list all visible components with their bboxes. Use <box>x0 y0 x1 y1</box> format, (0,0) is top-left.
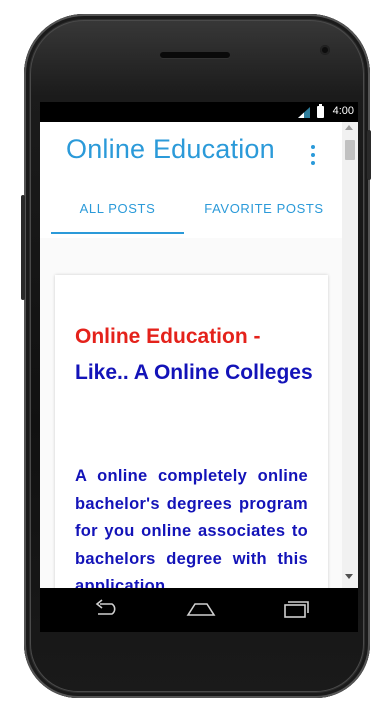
battery-icon <box>317 104 324 118</box>
power-button <box>367 130 371 180</box>
tab-favorite-posts[interactable]: FAVORITE POSTS <box>194 190 334 236</box>
post-body: A online completely online bachelor's de… <box>75 467 308 588</box>
post-card[interactable]: Online Education - Like.. A Online Colle… <box>55 275 328 588</box>
app-screen: Online Education ALL POSTS FAVORITE POST… <box>40 122 358 588</box>
status-time: 4:00 <box>332 105 354 117</box>
more-vert-icon[interactable] <box>302 142 324 168</box>
post-title-red: Online Education - <box>75 325 261 348</box>
back-icon[interactable] <box>92 598 122 620</box>
recents-icon[interactable] <box>280 598 310 620</box>
earpiece-speaker <box>160 52 230 58</box>
signal-icon <box>298 107 310 118</box>
post-title: Online Education - Like.. A Online Colle… <box>75 319 315 391</box>
post-title-blue: Like.. A Online Colleges <box>75 361 313 384</box>
posts-list[interactable]: Online Education - Like.. A Online Colle… <box>40 238 342 588</box>
navigation-bar <box>40 588 358 632</box>
home-icon[interactable] <box>184 598 218 620</box>
status-bar: 4:00 <box>40 102 358 122</box>
scroll-down-arrow-icon[interactable] <box>345 574 353 579</box>
tab-bar: ALL POSTS FAVORITE POSTS <box>51 190 331 236</box>
front-camera <box>320 45 330 55</box>
app-bar: Online Education <box>40 122 342 180</box>
scrollbar[interactable] <box>342 122 358 588</box>
tab-all-posts[interactable]: ALL POSTS <box>51 190 184 236</box>
volume-button <box>21 195 25 300</box>
tab-indicator <box>51 232 184 234</box>
scrollbar-thumb[interactable] <box>345 140 355 160</box>
scroll-up-arrow-icon[interactable] <box>345 125 353 130</box>
app-title: Online Education <box>66 134 275 164</box>
